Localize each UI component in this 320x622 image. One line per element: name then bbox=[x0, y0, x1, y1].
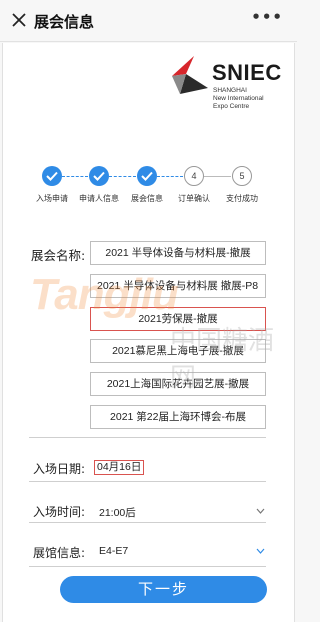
logo-sub-line: SHANGHAI bbox=[213, 87, 247, 94]
exhibition-option[interactable]: 2021 半导体设备与材料展-撤展 bbox=[90, 241, 266, 265]
exhibition-option[interactable]: 2021慕尼黑上海电子展-撤展 bbox=[90, 339, 266, 364]
check-icon bbox=[46, 171, 58, 181]
logo-sub-line: New International bbox=[213, 95, 264, 102]
date-label: 入场日期: bbox=[33, 462, 86, 476]
chevron-down-icon[interactable] bbox=[256, 548, 265, 554]
close-icon[interactable] bbox=[8, 9, 30, 31]
step-done-indicator bbox=[42, 166, 62, 186]
chevron-down-icon[interactable] bbox=[256, 508, 265, 514]
check-icon bbox=[93, 171, 105, 181]
sniec-logo: SNIEC SHANGHAI New International Expo Ce… bbox=[170, 54, 282, 150]
hall-label: 展馆信息: bbox=[33, 546, 86, 560]
exhibition-option-selected[interactable]: 2021劳保展-撤展 bbox=[90, 306, 266, 331]
time-select[interactable]: 21:00后 bbox=[99, 505, 136, 520]
page-title: 展会信息 bbox=[34, 13, 95, 31]
step-done-indicator bbox=[89, 166, 109, 186]
divider bbox=[29, 566, 266, 567]
divider bbox=[29, 437, 266, 438]
check-icon bbox=[141, 171, 153, 181]
date-field[interactable]: 04月16日 bbox=[94, 460, 145, 475]
time-label: 入场时间: bbox=[33, 505, 86, 519]
next-step-button[interactable]: 下一步 bbox=[60, 576, 267, 603]
sniec-logo-mark-icon bbox=[172, 56, 208, 94]
logo-sub-line: Expo Centre bbox=[213, 103, 250, 110]
divider bbox=[29, 522, 266, 523]
step-number: 4 bbox=[184, 166, 204, 186]
exhibition-list: 2021 半导体设备与材料展-撤展 2021 半导体设备与材料展 撤展-P8 2… bbox=[90, 241, 266, 438]
logo-name: SNIEC bbox=[212, 60, 282, 85]
hall-select[interactable]: E4-E7 bbox=[99, 545, 128, 557]
exhibition-option[interactable]: 2021 第22届上海环博会-布展 bbox=[90, 404, 266, 429]
exhibition-label: 展会名称: bbox=[31, 248, 86, 263]
divider bbox=[29, 481, 266, 482]
title-bar: 展会信息 ••• bbox=[0, 0, 297, 42]
exhibition-option[interactable]: 2021 半导体设备与材料展 撤展-P8 bbox=[90, 273, 266, 298]
more-menu-icon[interactable]: ••• bbox=[251, 8, 283, 26]
exhibition-option[interactable]: 2021上海国际花卉园艺展-撤展 bbox=[90, 372, 266, 397]
step-done-indicator bbox=[137, 166, 157, 186]
step-label: 支付成功 bbox=[226, 194, 258, 203]
step-number: 5 bbox=[232, 166, 252, 186]
step-5: 5 支付成功 bbox=[212, 166, 272, 204]
progress-steps: 入场申请 申请人信息 展会信息 4 订单确认 5 支付成功 bbox=[0, 166, 297, 212]
